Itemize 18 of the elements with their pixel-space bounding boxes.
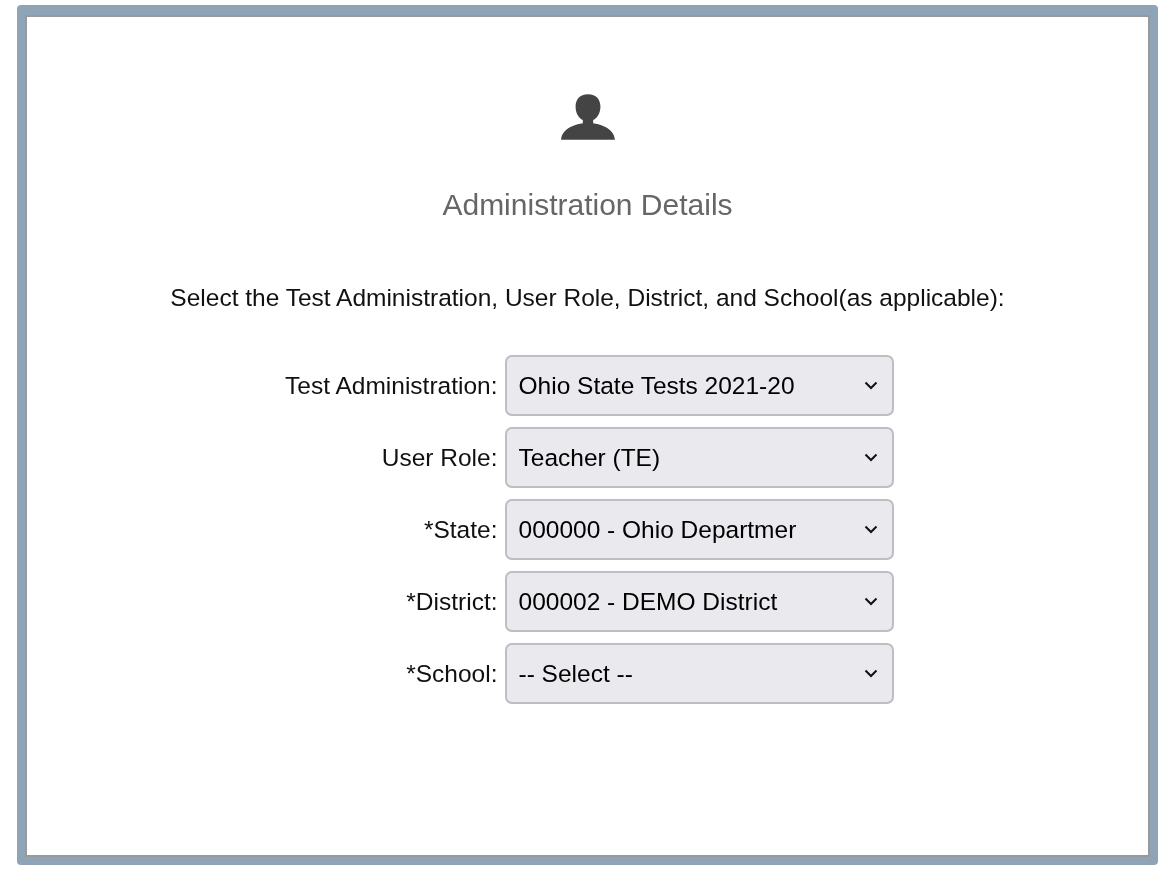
dropdown-select[interactable]: 000002 - DEMO District xyxy=(504,571,894,632)
dropdown-select[interactable]: Teacher (TE) xyxy=(504,427,894,488)
field-label: User Role: xyxy=(380,443,498,472)
field-label: *District: xyxy=(405,587,498,616)
user-icon xyxy=(558,94,617,140)
chevron-down-icon xyxy=(863,453,878,462)
instructions-text: Select the Test Administration, User Role, District, and School(as applicable): xyxy=(170,284,1005,312)
field-label: *School: xyxy=(405,659,498,688)
dropdown-select[interactable]: Ohio State Tests 2021-20 xyxy=(504,355,894,416)
dropdown-select[interactable]: 000000 - Ohio Departmer xyxy=(504,499,894,560)
dialog-heading: Administration Details xyxy=(442,188,733,222)
chevron-down-icon xyxy=(863,381,878,390)
field-label: Test Administration: xyxy=(284,371,498,400)
chevron-down-icon xyxy=(863,525,878,534)
chevron-down-icon xyxy=(863,669,878,678)
field-label: *State: xyxy=(422,515,498,544)
chevron-down-icon xyxy=(863,597,878,606)
dropdown-select[interactable]: -- Select -- xyxy=(504,643,894,704)
